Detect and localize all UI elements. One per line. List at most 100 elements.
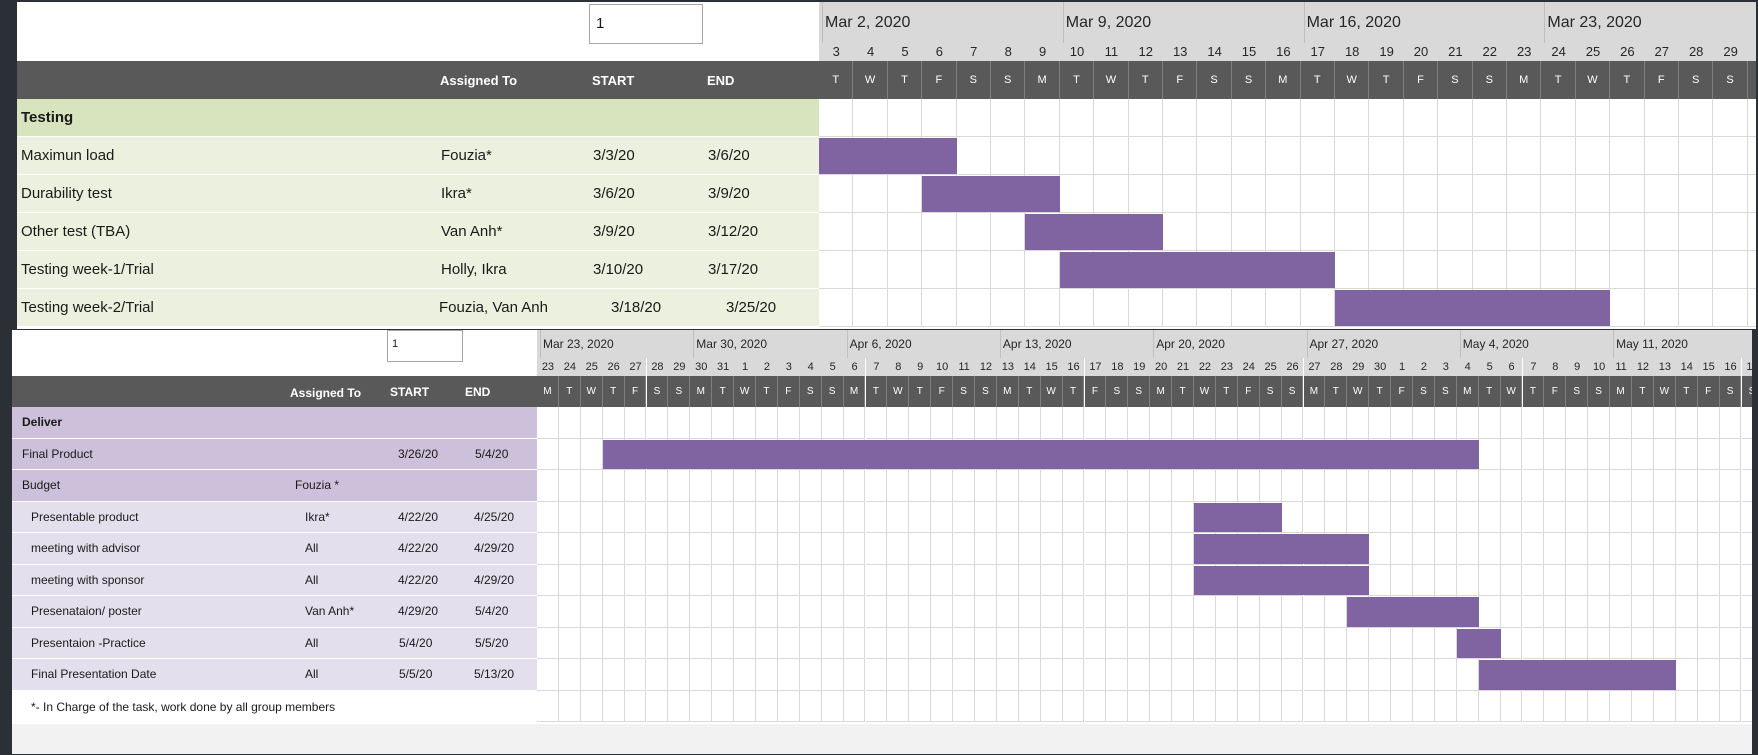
grid-cell bbox=[537, 596, 559, 628]
task-row[interactable]: meeting with advisor All 4/22/20 4/29/20 bbox=[12, 533, 537, 565]
grid-cell bbox=[922, 251, 957, 289]
grid-cell bbox=[1018, 659, 1041, 691]
day-number: 19 bbox=[1128, 358, 1151, 376]
task-bar[interactable] bbox=[1194, 502, 1282, 532]
task-bar[interactable] bbox=[1059, 252, 1335, 288]
group-name: Deliver bbox=[22, 415, 63, 429]
grid-cell bbox=[1719, 596, 1742, 628]
task-row[interactable]: Presentable product Ikra* 4/22/20 4/25/20 bbox=[12, 501, 537, 533]
grid-cell bbox=[996, 596, 1019, 628]
day-of-week: S bbox=[991, 61, 1026, 99]
grid-cell bbox=[1300, 99, 1335, 137]
grid-cell bbox=[1163, 289, 1198, 327]
task-bar[interactable] bbox=[602, 439, 1479, 469]
grid-cell bbox=[1456, 470, 1479, 502]
day-of-week: T bbox=[1018, 376, 1041, 407]
day-number: 27 bbox=[1303, 358, 1326, 376]
grid-cell bbox=[821, 533, 844, 565]
week-label: May 4, 2020 bbox=[1459, 330, 1610, 358]
task-bar[interactable] bbox=[922, 176, 1060, 212]
grid-cell bbox=[799, 659, 822, 691]
grid-cell bbox=[1500, 407, 1523, 439]
day-number: 25 bbox=[1259, 358, 1282, 376]
grid-cell bbox=[1325, 407, 1348, 439]
grid-cell bbox=[777, 407, 800, 439]
grid-cell bbox=[602, 659, 625, 691]
grid-cell bbox=[1237, 690, 1260, 722]
grid-cell bbox=[690, 564, 713, 596]
grid-cell bbox=[602, 501, 625, 533]
grid-cell bbox=[1507, 137, 1542, 175]
task-row[interactable]: Final Presentation Date All 5/5/20 5/13/20 bbox=[12, 659, 537, 691]
task-bar[interactable] bbox=[1478, 660, 1676, 690]
grid-cell bbox=[1456, 659, 1479, 691]
task-row[interactable]: Maximun load Fouzia* 3/3/20 3/6/20 bbox=[17, 137, 819, 175]
grid-cell bbox=[996, 501, 1019, 533]
task-bar[interactable] bbox=[1335, 290, 1611, 326]
grid-cell bbox=[690, 501, 713, 533]
task-row[interactable]: Durability test Ikra* 3/6/20 3/9/20 bbox=[17, 175, 819, 213]
grid-cell bbox=[1741, 533, 1752, 565]
day-number: 17 bbox=[1741, 358, 1752, 376]
day-of-week: M bbox=[1507, 61, 1542, 99]
grid-cell bbox=[1413, 470, 1435, 502]
task-row[interactable]: Final Product 3/26/20 5/4/20 bbox=[12, 438, 537, 470]
grid-cell bbox=[1413, 564, 1435, 596]
day-number: 7 bbox=[865, 358, 888, 376]
day-of-week: S bbox=[975, 376, 997, 407]
grid-cell bbox=[1644, 213, 1679, 251]
grid-cell bbox=[1025, 251, 1060, 289]
grid-cell bbox=[1163, 175, 1198, 213]
task-row[interactable]: Presentaion -Practice All 5/4/20 5/5/20 bbox=[12, 627, 537, 659]
end-date: 4/29/20 bbox=[474, 572, 515, 587]
grid-cell bbox=[1675, 596, 1698, 628]
day-number: 13 bbox=[996, 358, 1019, 376]
task-bar[interactable] bbox=[819, 138, 957, 174]
task-row[interactable]: Budget Fouzia * bbox=[12, 470, 537, 502]
grid-cell bbox=[1741, 565, 1752, 596]
day-of-week: T bbox=[1300, 61, 1335, 99]
task-row[interactable]: Other test (TBA) Van Anh* 3/9/20 3/12/20 bbox=[17, 213, 819, 251]
task-row[interactable]: Testing bbox=[17, 99, 819, 137]
end-date: 3/6/20 bbox=[708, 147, 750, 164]
task-row[interactable]: meeting with sponsor All 4/22/20 4/29/20 bbox=[12, 564, 537, 596]
grid-cell bbox=[1281, 501, 1304, 533]
task-bar[interactable] bbox=[1194, 565, 1370, 595]
grid-cell bbox=[1197, 175, 1232, 213]
task-bar[interactable] bbox=[1025, 214, 1163, 250]
week-label: Mar 2, 2020 bbox=[822, 2, 1059, 43]
grid-cell bbox=[690, 407, 713, 439]
grid-cell bbox=[580, 470, 603, 502]
grid-cell bbox=[1347, 407, 1370, 439]
grid-cell bbox=[734, 659, 756, 691]
day-number: 6 bbox=[922, 43, 957, 61]
task-bar[interactable] bbox=[1347, 597, 1479, 627]
task-row[interactable]: Presenataion/ poster Van Anh* 4/29/20 5/4/2… bbox=[12, 596, 537, 628]
scroll-increment-input[interactable]: 1 bbox=[387, 330, 463, 362]
grid-cell bbox=[734, 627, 756, 659]
task-row[interactable]: Testing week-1/Trial Holly, Ikra 3/10/20 3/… bbox=[17, 251, 819, 289]
grid-cell bbox=[1303, 501, 1326, 533]
grid-cell bbox=[1391, 470, 1413, 502]
grid-cell bbox=[1747, 251, 1756, 289]
grid-cell bbox=[1128, 175, 1163, 213]
grid-cell bbox=[756, 627, 778, 659]
task-bar[interactable] bbox=[1194, 534, 1370, 564]
grid-cell bbox=[1325, 659, 1348, 691]
grid-cell bbox=[1325, 690, 1348, 722]
footnote: *- In Charge of the task, work done by a… bbox=[31, 700, 336, 714]
scroll-increment-input[interactable]: 1 bbox=[589, 4, 703, 44]
day-number: 28 bbox=[1679, 43, 1714, 61]
grid-cell bbox=[996, 407, 1019, 439]
grid-cell bbox=[865, 690, 888, 722]
grid-cell bbox=[1507, 213, 1542, 251]
grid-cell bbox=[712, 690, 735, 722]
task-row[interactable]: Deliver bbox=[12, 407, 537, 439]
grid-cell bbox=[1675, 690, 1698, 722]
week-label: Mar 23, 2020 bbox=[1544, 2, 1756, 43]
week-label: May 11, 2020 bbox=[1613, 330, 1752, 358]
grid-cell bbox=[734, 407, 756, 439]
grid-cell bbox=[1369, 501, 1392, 533]
task-row[interactable]: Testing week-2/Trial Fouzia, Van Anh 3/18/… bbox=[17, 289, 819, 327]
task-bar[interactable] bbox=[1456, 628, 1501, 658]
